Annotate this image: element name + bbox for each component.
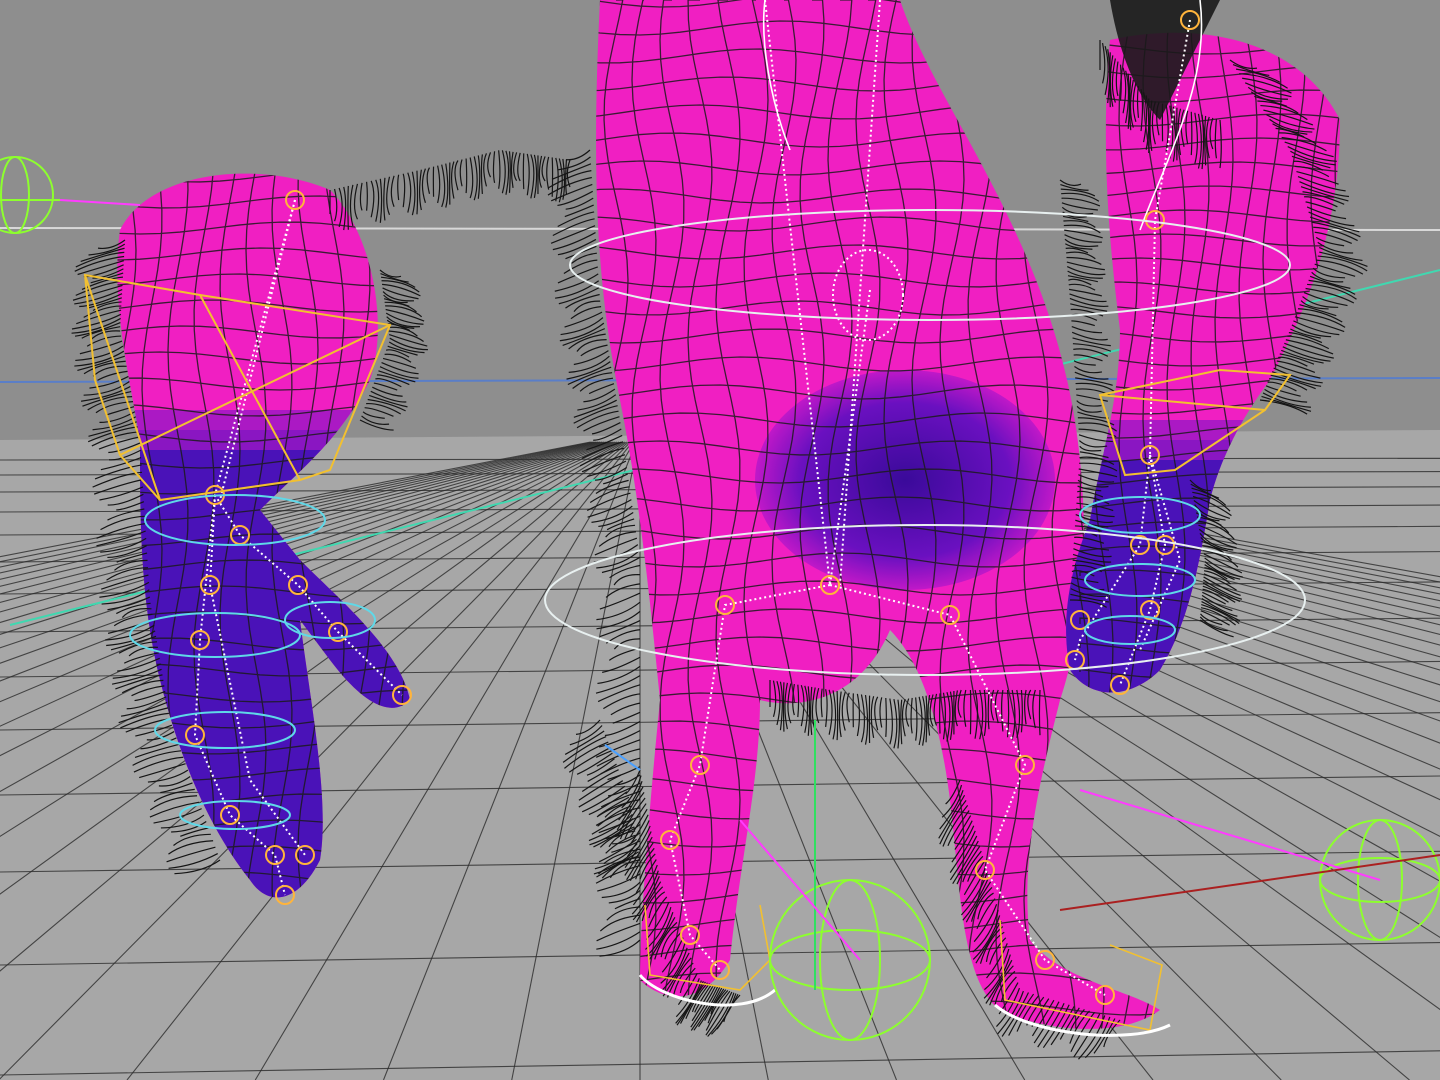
fur-strand <box>1190 111 1193 156</box>
fur-strand <box>885 697 887 737</box>
fur-strand <box>836 690 839 741</box>
belly-weight-region <box>755 370 1055 590</box>
3d-viewport[interactable] <box>0 0 1440 1080</box>
fur-strand <box>1148 98 1150 154</box>
fur-strand <box>416 170 419 215</box>
fur-strand <box>1038 689 1041 736</box>
viewport-canvas[interactable] <box>0 0 1440 1080</box>
fur-strand <box>465 158 468 194</box>
